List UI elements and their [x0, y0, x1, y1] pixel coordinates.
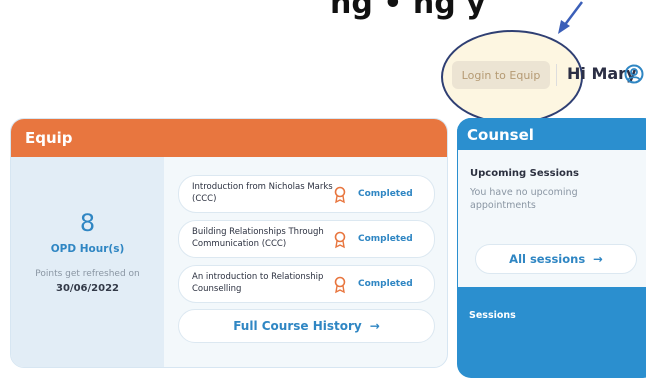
- annotation-arrow: [558, 1, 583, 34]
- refresh-date: 30/06/2022: [56, 283, 119, 294]
- upcoming-sessions-title: Upcoming Sessions: [470, 168, 579, 179]
- equip-card: Equip 8 OPD Hour(s) Points get refreshed…: [10, 118, 448, 368]
- award-icon: [334, 231, 346, 249]
- history-label: Full Course History: [233, 319, 362, 333]
- login-to-equip-button[interactable]: Login to Equip: [452, 61, 550, 89]
- course-item[interactable]: Introduction from Nicholas Marks (CCC) C…: [178, 175, 435, 213]
- equip-title: Equip: [11, 119, 447, 157]
- course-item[interactable]: Building Relationships Through Communica…: [178, 220, 435, 258]
- course-title: An introduction to Relationship Counsell…: [192, 272, 324, 294]
- award-icon: [334, 276, 346, 294]
- all-sessions-label: All sessions: [509, 252, 586, 266]
- course-status: Completed: [358, 234, 413, 244]
- opd-panel: 8 OPD Hour(s) Points get refreshed on 30…: [11, 157, 164, 367]
- annotation-text: ng • ng y: [330, 0, 486, 21]
- sessions-label: Sessions: [469, 310, 516, 321]
- counsel-title: Counsel: [457, 118, 646, 150]
- course-title: Introduction from Nicholas Marks (CCC): [192, 182, 333, 204]
- user-icon[interactable]: [624, 64, 644, 84]
- refresh-label: Points get refreshed on: [35, 269, 140, 279]
- course-item[interactable]: An introduction to Relationship Counsell…: [178, 265, 435, 303]
- course-status: Completed: [358, 189, 413, 199]
- course-title: Building Relationships Through Communica…: [192, 227, 324, 249]
- course-status: Completed: [358, 279, 413, 289]
- full-course-history-button[interactable]: Full Course History →: [178, 309, 435, 343]
- award-icon: [334, 186, 346, 204]
- all-sessions-button[interactable]: All sessions →: [475, 244, 637, 274]
- counsel-card: Counsel Upcoming Sessions You have no up…: [457, 118, 646, 378]
- arrow-right-icon: →: [369, 319, 380, 333]
- upcoming-sessions-text: You have no upcoming appointments: [470, 187, 578, 211]
- header-divider: [556, 64, 557, 86]
- opd-label: OPD Hour(s): [50, 243, 125, 255]
- arrow-right-icon: →: [593, 252, 603, 266]
- opd-value: 8: [79, 209, 96, 237]
